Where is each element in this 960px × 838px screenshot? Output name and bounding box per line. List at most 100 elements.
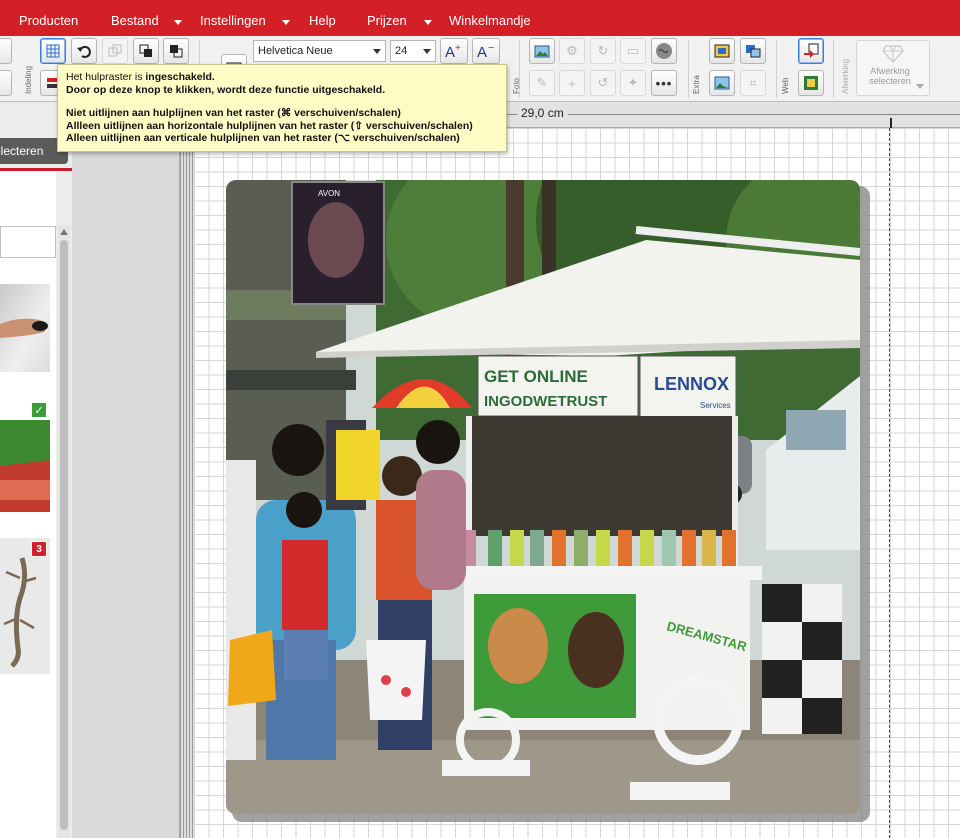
- tooltip-text: Niet uitlijnen aan hulplijnen van het ra…: [66, 107, 401, 119]
- page-spine: [180, 128, 194, 838]
- chevron-down-icon: [916, 84, 924, 89]
- effects-button[interactable]: ✦: [620, 70, 646, 96]
- menu-help[interactable]: Help: [309, 13, 336, 29]
- copy-button[interactable]: [102, 38, 128, 64]
- photo-icon: [534, 45, 550, 58]
- filter-icon: [656, 43, 672, 59]
- rotate-icon: ↻: [597, 43, 609, 58]
- panel-scrollbar[interactable]: [58, 226, 70, 838]
- layers-button[interactable]: [740, 38, 766, 64]
- menu-producten[interactable]: Producten: [19, 13, 78, 29]
- insert-photo-button[interactable]: [529, 38, 555, 64]
- group-label-afwerking: Afwerking: [841, 58, 850, 94]
- scroll-thumb[interactable]: [60, 240, 68, 830]
- menu-winkelmandje[interactable]: Winkelmandje: [449, 13, 531, 29]
- web-import-button[interactable]: [798, 38, 824, 64]
- font-family-value: Helvetica Neue: [258, 45, 333, 57]
- font-increase-icon: A +: [445, 43, 461, 59]
- more-icon: •••: [655, 75, 673, 91]
- gecko-thumbnail-image: [3, 557, 37, 668]
- font-size-value: 24: [395, 45, 408, 57]
- diamond-icon: [882, 45, 904, 63]
- tooltip-text: Door op deze knop te klikken, wordt deze…: [66, 83, 386, 96]
- grid-tooltip: Het hulpraster is ingeschakeld. Door op …: [57, 64, 507, 152]
- toolbar-button[interactable]: [0, 70, 12, 96]
- menu-prijzen[interactable]: Prijzen: [367, 13, 407, 29]
- divider: [833, 40, 834, 98]
- add-photo-button[interactable]: +: [559, 70, 585, 96]
- photo-thumbnail[interactable]: [0, 420, 50, 512]
- chevron-down-icon[interactable]: [424, 20, 432, 25]
- background-icon: [714, 44, 730, 58]
- font-family-select[interactable]: Helvetica Neue: [253, 40, 386, 62]
- gallery-icon: [804, 76, 818, 90]
- tooltip-text: Het hulpraster is: [66, 71, 146, 83]
- ruler-measurement: 29,0 cm: [517, 106, 568, 120]
- panel-accent-line: [0, 168, 72, 171]
- photo-frame-button[interactable]: ▭: [620, 38, 646, 64]
- canvas-margin: [72, 128, 180, 838]
- rotate-photo-button[interactable]: ↻: [590, 38, 616, 64]
- chevron-down-icon[interactable]: [282, 20, 290, 25]
- chevron-down-icon: [423, 49, 431, 54]
- web-gallery-button[interactable]: [798, 70, 824, 96]
- divider: [688, 40, 689, 98]
- hand-thumbnail-image: [0, 318, 48, 338]
- background-button[interactable]: [709, 38, 735, 64]
- menu-bestand[interactable]: Bestand: [111, 13, 159, 29]
- group-label-web: Web: [781, 77, 790, 94]
- tooltip-status: ingeschakeld.: [145, 71, 215, 83]
- group-label-indeling: Indeling: [24, 65, 33, 94]
- chevron-down-icon: [373, 49, 381, 54]
- tooltip-line: Het hulpraster is ingeschakeld.: [66, 71, 498, 84]
- scroll-up-icon[interactable]: [60, 229, 68, 235]
- decrease-font-button[interactable]: A −: [472, 38, 500, 64]
- crop-button[interactable]: ⌗: [740, 70, 766, 96]
- panel-input[interactable]: [0, 226, 56, 258]
- garden-thumbnail-image: [0, 420, 50, 512]
- svg-text:A: A: [445, 44, 455, 59]
- usage-count-badge: 3: [31, 541, 47, 557]
- photo-thumbnail[interactable]: [0, 284, 50, 372]
- add-icon: +: [568, 75, 576, 91]
- menu-instellingen[interactable]: Instellingen: [200, 13, 266, 29]
- filter-button[interactable]: [651, 38, 677, 64]
- chevron-down-icon[interactable]: [174, 20, 182, 25]
- font-decrease-icon: A −: [477, 43, 494, 59]
- increase-font-button[interactable]: A +: [440, 38, 468, 64]
- more-options-button[interactable]: •••: [651, 70, 677, 96]
- photo-tool-button[interactable]: ⚙: [559, 38, 585, 64]
- street-vendor-photo: AVON GET ONLINE INGODWETRUST LENNOX Serv…: [226, 180, 860, 814]
- tooltip-text: Alleen uitlijnen aan verticale hulplijne…: [66, 132, 460, 144]
- edit-photo-button[interactable]: ✎: [529, 70, 555, 96]
- used-check-badge: ✓: [31, 402, 47, 418]
- sign-text: Services: [700, 401, 731, 410]
- undo-button[interactable]: [71, 38, 97, 64]
- group-label-extra: Extra: [692, 75, 701, 94]
- photo-icon: [714, 76, 730, 90]
- font-size-select[interactable]: 24: [390, 40, 436, 62]
- replace-photo-button[interactable]: [709, 70, 735, 96]
- divider: [776, 40, 777, 98]
- layers-icon: [746, 45, 761, 58]
- menu-bar: Producten Bestand Instellingen Help Prij…: [0, 0, 960, 36]
- grid-icon: [46, 44, 60, 58]
- photo-tool-icon: ⚙: [566, 43, 578, 58]
- web-import-icon: [804, 43, 819, 58]
- reset-icon: ↺: [597, 75, 609, 90]
- afwerking-label: Afwerking selecteren: [869, 66, 911, 86]
- tooltip-text: Allleen uitlijnen aan horizontale hulpli…: [66, 119, 473, 132]
- send-backward-button[interactable]: [163, 38, 189, 64]
- photo-thumbnail[interactable]: [0, 538, 50, 674]
- svg-text:−: −: [488, 43, 494, 54]
- divider: [519, 40, 520, 98]
- bring-forward-button[interactable]: [133, 38, 159, 64]
- layer-forward-icon: [139, 44, 152, 57]
- grid-toggle-button[interactable]: [40, 38, 66, 64]
- reset-photo-button[interactable]: ↺: [590, 70, 616, 96]
- toolbar-button[interactable]: [0, 38, 12, 64]
- effects-icon: ✦: [627, 75, 639, 90]
- afwerking-select-button[interactable]: Afwerking selecteren: [856, 40, 930, 96]
- placed-photo[interactable]: AVON GET ONLINE INGODWETRUST LENNOX Serv…: [226, 180, 860, 814]
- layer-backward-icon: [170, 45, 183, 58]
